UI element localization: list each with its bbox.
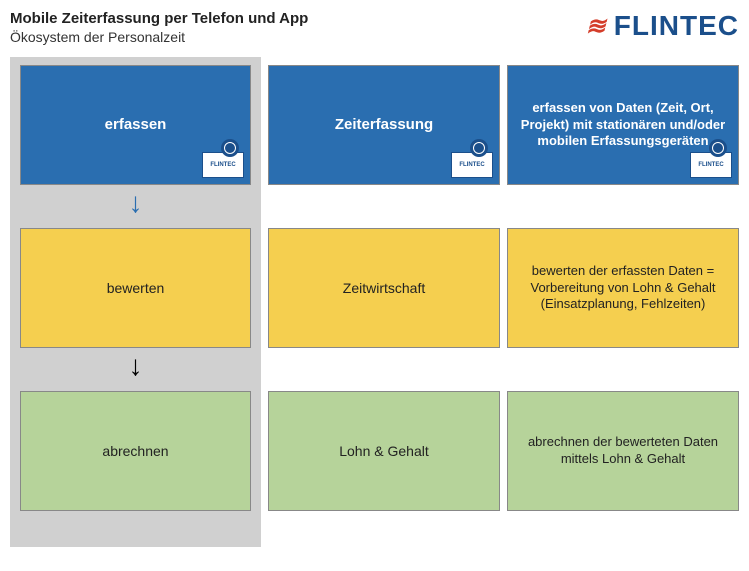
description-text: erfassen von Daten (Zeit, Ort, Projekt) … bbox=[520, 100, 726, 151]
title-block: Mobile Zeiterfassung per Telefon und App… bbox=[10, 10, 308, 45]
category-label: Zeiterfassung bbox=[335, 115, 433, 135]
description-text: bewerten der erfassten Daten = Vorbereit… bbox=[520, 263, 726, 314]
process-cell-erfassen: erfassen FLINTEC bbox=[10, 57, 261, 185]
category-box-zeiterfassung: Zeiterfassung FLINTEC bbox=[268, 65, 500, 185]
diagram-grid: erfassen FLINTEC Zeiterfassung FLINTEC e… bbox=[10, 57, 739, 511]
brand-logo: ≋ FLINTEC bbox=[586, 10, 739, 42]
process-box-abrechnen: abrechnen bbox=[20, 391, 251, 511]
flame-icon: ≋ bbox=[586, 12, 606, 41]
description-box-abrechnen: abrechnen der bewerteten Daten mittels L… bbox=[507, 391, 739, 511]
process-box-erfassen: erfassen FLINTEC bbox=[20, 65, 251, 185]
category-box-zeitwirtschaft: Zeitwirtschaft bbox=[268, 228, 500, 348]
page-subtitle: Ökosystem der Personalzeit bbox=[10, 29, 308, 45]
arrow-bewerten-abrechnen: ↓ bbox=[10, 348, 261, 383]
category-label: Lohn & Gehalt bbox=[339, 442, 429, 460]
flintec-badge: FLINTEC bbox=[202, 152, 244, 178]
arrow-down-icon: ↓ bbox=[129, 189, 143, 217]
process-label: abrechnen bbox=[102, 442, 168, 460]
badge-text: FLINTEC bbox=[698, 162, 723, 168]
page-title: Mobile Zeiterfassung per Telefon und App bbox=[10, 10, 308, 27]
header: Mobile Zeiterfassung per Telefon und App… bbox=[10, 10, 739, 45]
process-label: erfassen bbox=[105, 115, 167, 135]
clock-icon bbox=[709, 139, 727, 157]
clock-icon bbox=[470, 139, 488, 157]
category-box-lohn-gehalt: Lohn & Gehalt bbox=[268, 391, 500, 511]
process-box-bewerten: bewerten bbox=[20, 228, 251, 348]
category-label: Zeitwirtschaft bbox=[343, 279, 425, 297]
clock-icon bbox=[221, 139, 239, 157]
badge-text: FLINTEC bbox=[210, 162, 235, 168]
arrow-down-icon: ↓ bbox=[129, 352, 143, 380]
flintec-badge: FLINTEC bbox=[451, 152, 493, 178]
arrow-erfassen-bewerten: ↓ bbox=[10, 185, 261, 220]
description-text: abrechnen der bewerteten Daten mittels L… bbox=[520, 434, 726, 468]
process-cell-abrechnen: abrechnen bbox=[10, 383, 261, 511]
flintec-badge: FLINTEC bbox=[690, 152, 732, 178]
badge-text: FLINTEC bbox=[459, 162, 484, 168]
description-box-bewerten: bewerten der erfassten Daten = Vorbereit… bbox=[507, 228, 739, 348]
process-cell-bewerten: bewerten bbox=[10, 220, 261, 348]
diagram: erfassen FLINTEC Zeiterfassung FLINTEC e… bbox=[10, 57, 739, 511]
process-label: bewerten bbox=[107, 279, 165, 297]
description-box-erfassen: erfassen von Daten (Zeit, Ort, Projekt) … bbox=[507, 65, 739, 185]
brand-name: FLINTEC bbox=[614, 10, 739, 42]
